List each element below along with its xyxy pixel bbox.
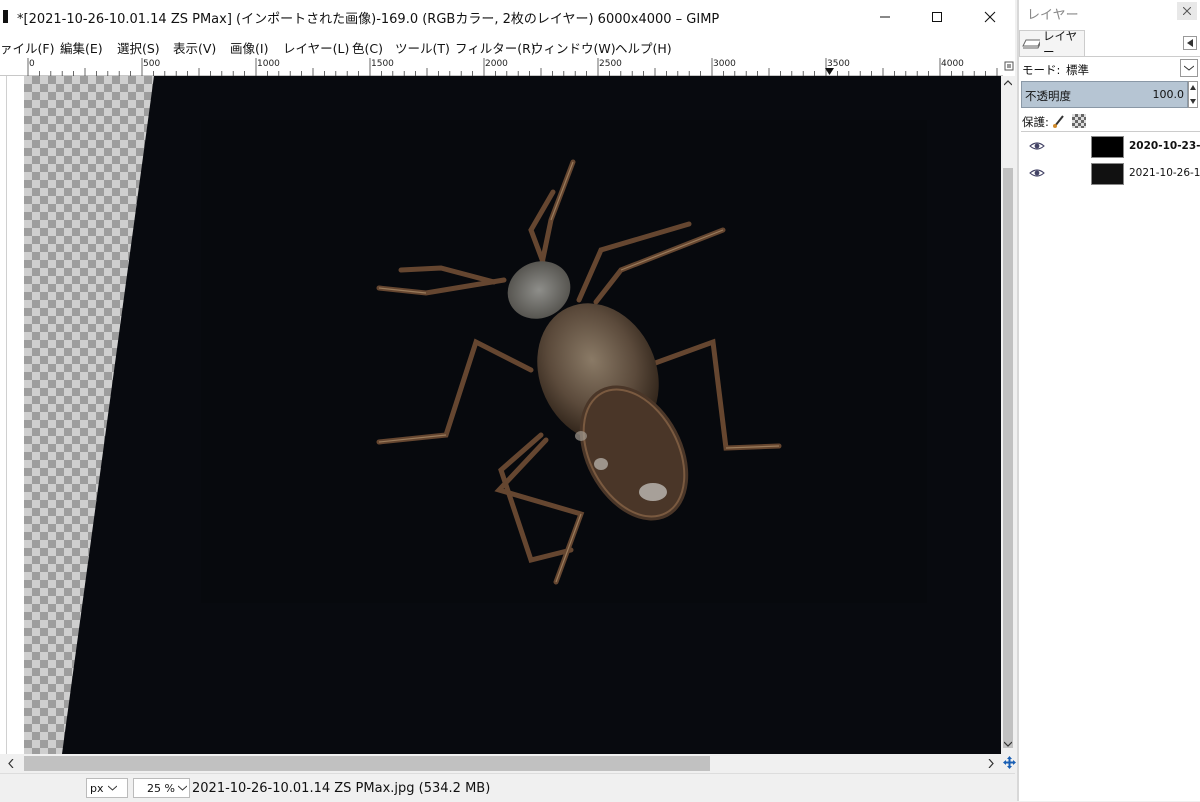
eye-icon[interactable] xyxy=(1029,166,1045,180)
vertical-scrollbar[interactable] xyxy=(1001,76,1015,754)
chevron-down-icon xyxy=(178,785,187,791)
menu-bar: ァイル(F) 編集(E) 選択(S) 表示(V) 画像(I) レイヤー(L) 色… xyxy=(0,34,1015,58)
close-icon xyxy=(1183,7,1191,15)
layer-name[interactable]: 2020-10-23-1 xyxy=(1129,140,1200,152)
ruler-label: 500 xyxy=(143,59,161,69)
lock-pixels-icon[interactable] xyxy=(1052,114,1066,128)
ruler-label: 0 xyxy=(29,59,35,69)
dock-close-button[interactable] xyxy=(1177,2,1197,20)
layer-row[interactable]: 2021-10-26-10 xyxy=(1021,160,1200,187)
insect-photo xyxy=(376,159,782,585)
tab-layers-label: レイヤー xyxy=(1042,28,1078,59)
spinner-arrows-icon xyxy=(1190,85,1196,104)
mode-dropdown[interactable] xyxy=(1180,59,1198,77)
menu-layer[interactable]: レイヤー(L) xyxy=(283,38,349,57)
zoom-value[interactable]: 25 % xyxy=(147,782,175,795)
menu-help[interactable]: ヘルプ(H) xyxy=(615,38,672,57)
lock-alpha-icon[interactable] xyxy=(1072,114,1086,128)
menu-file[interactable]: ァイル(F) xyxy=(0,38,54,57)
close-icon xyxy=(984,11,996,23)
vertical-scroll-thumb[interactable] xyxy=(1003,168,1013,748)
tab-layers[interactable]: レイヤー xyxy=(1019,29,1085,59)
zoom-selector[interactable]: 25 % xyxy=(133,778,190,798)
ruler-label: 3000 xyxy=(713,59,736,69)
scroll-right-icon[interactable] xyxy=(988,759,994,768)
layers-icon xyxy=(1022,39,1040,48)
menu-image[interactable]: 画像(I) xyxy=(230,38,268,57)
layer-list: 2020-10-23-1 2021-10-26-10 xyxy=(1021,131,1200,802)
scroll-up-icon[interactable] xyxy=(1004,80,1012,86)
maximize-button[interactable] xyxy=(914,0,960,34)
vertical-ruler[interactable] xyxy=(0,76,7,754)
ruler-label: 2500 xyxy=(599,59,622,69)
maximize-icon xyxy=(932,12,942,22)
mode-row: モード: 標準 xyxy=(1022,62,1089,78)
unit-selector[interactable]: px xyxy=(86,778,128,798)
layer-thumbnail xyxy=(1091,163,1124,185)
ruler-label: 1000 xyxy=(257,59,280,69)
dock-menu-button[interactable] xyxy=(1183,36,1197,50)
navigate-icon xyxy=(1004,61,1014,71)
image-canvas[interactable] xyxy=(7,76,1001,754)
insect-photo-layer xyxy=(201,120,927,603)
navigate-move-icon[interactable] xyxy=(1003,756,1016,769)
menu-select[interactable]: 選択(S) xyxy=(117,38,160,57)
opacity-label: 不透明度 xyxy=(1025,89,1071,103)
navigate-button[interactable] xyxy=(1003,58,1015,76)
menu-view[interactable]: 表示(V) xyxy=(173,38,216,57)
menu-filters[interactable]: フィルター(R) xyxy=(455,38,536,57)
ruler-label: 1500 xyxy=(371,59,394,69)
opacity-value[interactable]: 100.0 xyxy=(1153,88,1185,101)
opacity-spinner[interactable] xyxy=(1188,81,1198,108)
menu-windows[interactable]: ウィンドウ(W) xyxy=(531,38,616,57)
status-bar: px 25 % 2021-10-26-10.01.14 ZS PMax.jpg … xyxy=(0,773,1015,801)
window-title: *[2021-10-26-10.01.14 ZS PMax] (インポートされた… xyxy=(17,12,720,27)
chevron-down-icon xyxy=(1184,65,1194,71)
triangle-left-icon xyxy=(1187,39,1193,47)
dock-title: レイヤー xyxy=(1027,8,1079,23)
minimize-icon xyxy=(880,16,890,18)
ruler-label: 4000 xyxy=(941,59,964,69)
menu-color[interactable]: 色(C) xyxy=(352,38,383,57)
eye-icon[interactable] xyxy=(1029,139,1045,153)
minimize-button[interactable] xyxy=(862,0,908,34)
menu-tools[interactable]: ツール(T) xyxy=(395,38,450,57)
opacity-slider[interactable]: 不透明度 100.0 xyxy=(1021,81,1188,108)
tab-divider xyxy=(1019,56,1200,57)
unit-value: px xyxy=(90,781,104,795)
mode-value[interactable]: 標準 xyxy=(1066,63,1089,77)
lock-label: 保護: xyxy=(1022,115,1049,129)
chevron-down-icon xyxy=(107,785,117,791)
layer-thumbnail xyxy=(1091,136,1124,158)
ruler-label: 2000 xyxy=(485,59,508,69)
layers-dock: レイヤー レイヤー モード: 標準 不透明度 100.0 保護: 2020-10… xyxy=(1017,0,1200,801)
scroll-left-icon[interactable] xyxy=(8,759,14,768)
horizontal-scrollbar[interactable] xyxy=(0,754,1016,773)
close-button[interactable] xyxy=(967,0,1013,34)
status-file-info: 2021-10-26-10.01.14 ZS PMax.jpg (534.2 M… xyxy=(192,781,491,796)
title-bar[interactable]: *[2021-10-26-10.01.14 ZS PMax] (インポートされた… xyxy=(0,0,1015,34)
pointer-marker-icon xyxy=(825,68,834,75)
horizontal-ruler[interactable]: 0 500 1000 1500 2000 2500 3000 3500 4000 xyxy=(0,58,1015,76)
horizontal-scroll-thumb[interactable] xyxy=(24,756,710,771)
scroll-down-icon[interactable] xyxy=(1004,741,1012,747)
layer-name[interactable]: 2021-10-26-10 xyxy=(1129,167,1200,179)
gimp-app-icon xyxy=(3,10,8,23)
mode-label: モード: xyxy=(1022,63,1061,77)
menu-edit[interactable]: 編集(E) xyxy=(60,38,103,57)
layer-row[interactable]: 2020-10-23-1 xyxy=(1021,133,1200,160)
